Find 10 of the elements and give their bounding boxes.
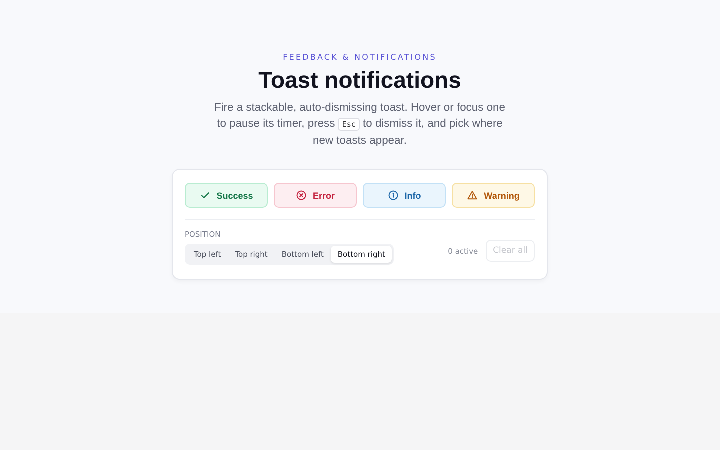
toast-trigger-button[interactable]: Success [185, 183, 268, 208]
toast-trigger-button[interactable]: Error [274, 183, 357, 208]
eyebrow-label: FEEDBACK & NOTIFICATIONS [283, 53, 437, 62]
check-icon [200, 190, 211, 201]
page-title: Toast notifications [258, 67, 462, 94]
toast-trigger-button[interactable]: Info [363, 183, 446, 208]
x-circle-icon [296, 190, 307, 201]
toast-trigger-button[interactable]: Warning [452, 183, 535, 208]
warning-icon [467, 190, 478, 201]
info-icon [388, 190, 399, 201]
